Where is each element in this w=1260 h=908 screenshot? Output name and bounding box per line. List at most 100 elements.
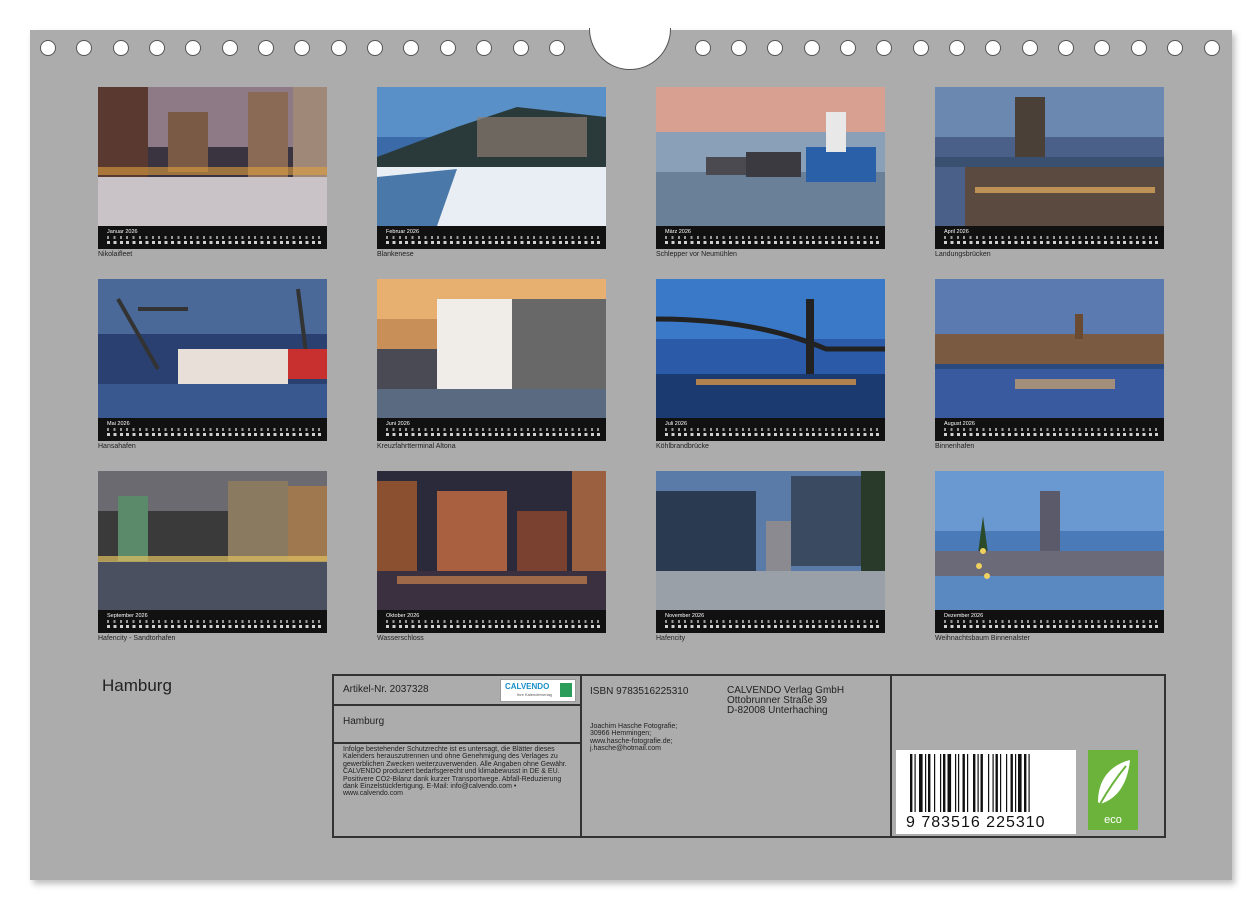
month-label: Dezember 2026 — [944, 613, 984, 619]
calendar-title: Hamburg — [102, 676, 172, 695]
barcode-bars — [910, 754, 1030, 812]
binding-hole — [1167, 40, 1183, 56]
author-line: 30966 Hemmingen; — [590, 730, 652, 738]
binding-hole — [804, 40, 820, 56]
month-calendar-strip: November 2026 — [656, 610, 885, 633]
binding-hole — [1058, 40, 1074, 56]
weekday-row — [107, 620, 321, 623]
logo-mark-icon — [560, 683, 572, 697]
info-column-isbn: ISBN 9783516225310 CALVENDO Verlag GmbH … — [582, 676, 892, 836]
author-line: j.hasche@hotmail.com — [590, 745, 661, 753]
month-label: November 2026 — [665, 613, 705, 619]
logo-text: CALVENDO — [505, 682, 550, 691]
month-photo — [935, 471, 1164, 610]
weekday-row — [944, 236, 1158, 239]
month-photo — [377, 87, 606, 226]
binding-hole — [695, 40, 711, 56]
eco-label: eco — [1104, 814, 1122, 826]
month-calendar-strip: Januar 2026 — [98, 226, 327, 249]
calendar-back-sheet: Januar 2026 Nikolaifleet Februar 2026 Blan… — [30, 28, 1232, 880]
day-number-row — [107, 433, 321, 436]
month-calendar-strip: Oktober 2026 — [377, 610, 606, 633]
month-calendar-strip: Dezember 2026 — [935, 610, 1164, 633]
day-number-row — [386, 625, 600, 628]
publisher-address: CALVENDO Verlag GmbH Ottobrunner Straße … — [727, 686, 844, 716]
binding-hole — [476, 40, 492, 56]
binding-hole — [440, 40, 456, 56]
photo-caption: Schlepper vor Neumühlen — [656, 251, 737, 258]
day-number-row — [386, 241, 600, 244]
photo-caption: Hafencity — [656, 635, 686, 642]
article-number: Artikel-Nr. 2037328 — [343, 684, 429, 695]
photo-caption: Kreuzfahrtterminal Altona — [377, 443, 456, 450]
binding-hole — [40, 40, 56, 56]
photo-caption: Nikolaifleet — [98, 251, 133, 258]
weekday-row — [944, 620, 1158, 623]
month-photo — [377, 279, 606, 418]
day-number-row — [944, 625, 1158, 628]
month-label: Oktober 2026 — [386, 613, 420, 619]
binding-hole — [549, 40, 565, 56]
day-number-row — [944, 433, 1158, 436]
binding-hole — [331, 40, 347, 56]
month-photo — [98, 87, 327, 226]
photo-caption: Hafencity - Sandtorhafen — [98, 635, 176, 642]
info-column-barcode: 9 783516 225310 eco — [892, 676, 1164, 836]
weekday-row — [665, 428, 879, 431]
month-photo — [377, 471, 606, 610]
day-number-row — [665, 241, 879, 244]
photo-caption: Wasserschloss — [377, 635, 424, 642]
month-calendar-strip: Mai 2026 — [98, 418, 327, 441]
info-title: Hamburg — [343, 716, 385, 727]
month-photo — [935, 87, 1164, 226]
binding-hole — [294, 40, 310, 56]
eco-leaf-icon: eco — [1088, 750, 1138, 830]
isbn: ISBN 9783516225310 — [590, 686, 689, 697]
photo-caption: Weihnachtsbaum Binnenalster — [935, 635, 1030, 642]
logo-subtext: Ihre Kalenderverlag — [517, 692, 552, 697]
binding-hole — [367, 40, 383, 56]
calvendo-logo: CALVENDO Ihre Kalenderverlag — [500, 679, 576, 702]
binding-hole — [258, 40, 274, 56]
photo-caption: Landungsbrücken — [935, 251, 991, 258]
binding-hole — [1022, 40, 1038, 56]
binding-hole — [222, 40, 238, 56]
month-label: Januar 2026 — [107, 229, 138, 235]
weekday-row — [386, 428, 600, 431]
legal-notice: Infolge bestehender Schutzrechte ist es … — [343, 746, 567, 798]
hanger-cutout — [589, 28, 671, 70]
month-photo — [98, 471, 327, 610]
month-photo — [935, 279, 1164, 418]
author-line: www.hasche-fotografie.de; — [590, 737, 673, 745]
barcode-number: 9 783516 225310 — [906, 814, 1046, 831]
photo-caption: Hansahafen — [98, 443, 136, 450]
day-number-row — [944, 241, 1158, 244]
photo-caption: Binnenhafen — [935, 443, 975, 450]
month-photo — [656, 471, 885, 610]
month-label: Mai 2026 — [107, 421, 130, 427]
photo-caption: Blankenese — [377, 251, 414, 258]
day-number-row — [386, 433, 600, 436]
day-number-row — [665, 433, 879, 436]
month-photo — [656, 279, 885, 418]
month-calendar-strip: Juni 2026 — [377, 418, 606, 441]
day-number-row — [107, 625, 321, 628]
binding-hole — [1094, 40, 1110, 56]
month-calendar-strip: August 2026 — [935, 418, 1164, 441]
month-label: August 2026 — [944, 421, 975, 427]
month-photo — [656, 87, 885, 226]
binding-hole — [731, 40, 747, 56]
binding-hole — [1131, 40, 1147, 56]
author-line: Joachim Hasche Fotografie; — [590, 723, 678, 730]
info-column-article: Artikel-Nr. 2037328 CALVENDO Ihre Kalend… — [334, 676, 582, 836]
month-calendar-strip: September 2026 — [98, 610, 327, 633]
barcode: 9 783516 225310 — [896, 750, 1076, 834]
article-row: Artikel-Nr. 2037328 CALVENDO Ihre Kalend… — [334, 676, 580, 706]
title-row: Hamburg — [334, 706, 580, 744]
binding-hole — [113, 40, 129, 56]
binding-hole — [513, 40, 529, 56]
month-label: September 2026 — [107, 613, 148, 619]
binding-hole — [876, 40, 892, 56]
weekday-row — [665, 236, 879, 239]
binding-hole — [403, 40, 419, 56]
